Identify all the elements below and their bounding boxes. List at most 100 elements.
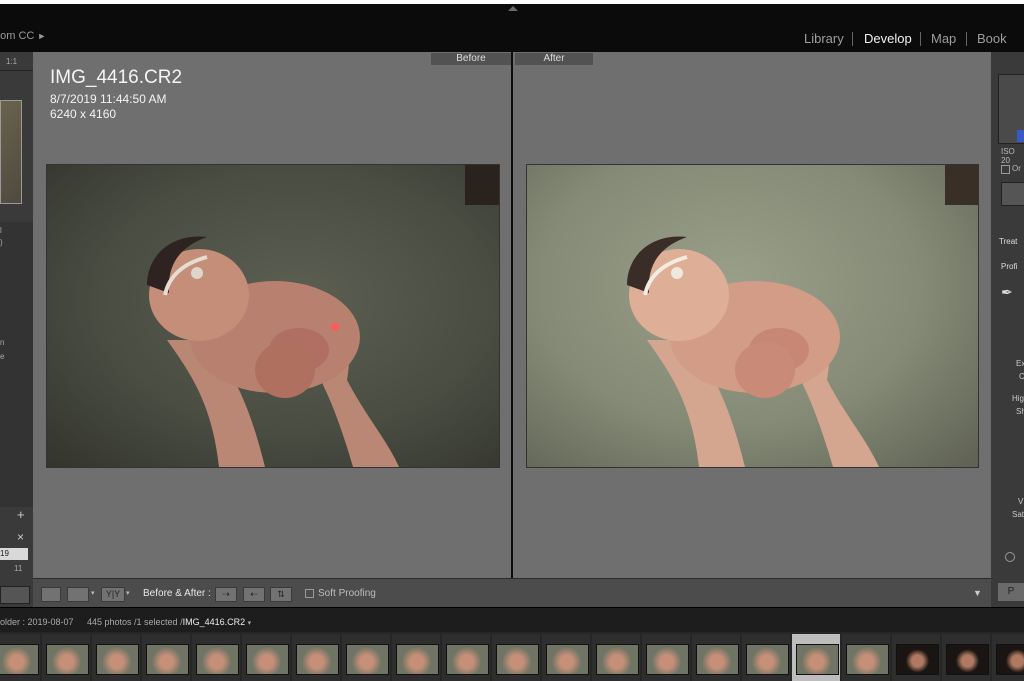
import-button[interactable] [0, 586, 30, 604]
filmstrip-cell[interactable] [592, 634, 640, 681]
module-map[interactable]: Map [931, 31, 956, 46]
filmstrip-thumbnail[interactable] [346, 644, 389, 675]
list-item[interactable]: n [0, 338, 4, 347]
left-panel: 1:1 l ) n e + × 19 11 [0, 52, 33, 607]
module-separator [966, 32, 967, 46]
filmstrip-source-bar: older : 2019-08-07 445 photos /1 selecte… [0, 607, 1024, 633]
filmstrip-thumbnail[interactable] [96, 644, 139, 675]
left-panel-list: l ) n e [0, 222, 33, 507]
filmstrip-cell[interactable] [492, 634, 540, 681]
filmstrip-thumbnail[interactable] [496, 644, 539, 675]
list-item-count: 11 [14, 564, 23, 573]
add-icon[interactable]: + [17, 507, 25, 522]
before-photo[interactable] [46, 164, 500, 468]
filmstrip-thumbnail[interactable] [546, 644, 589, 675]
filmstrip-thumbnail[interactable] [396, 644, 439, 675]
filmstrip-thumbnail[interactable] [246, 644, 289, 675]
info-dimensions: 6240 x 4160 [50, 107, 117, 121]
soft-proofing-label: Soft Proofing [318, 588, 376, 599]
after-photo[interactable] [526, 164, 979, 468]
filmstrip-cell-selected[interactable] [792, 634, 840, 681]
exposure-label: Ex [1016, 359, 1024, 368]
filmstrip-thumbnail[interactable] [146, 644, 189, 675]
yy-view-button[interactable]: Y|Y [101, 587, 125, 602]
filmstrip-cell[interactable] [842, 634, 890, 681]
module-separator [920, 32, 921, 46]
filmstrip-cell[interactable] [42, 634, 90, 681]
filmstrip-cell[interactable] [342, 634, 390, 681]
navigator-zoom[interactable]: 1:1 [6, 57, 17, 66]
filmstrip-cell[interactable] [992, 634, 1024, 681]
filmstrip-thumbnail[interactable] [746, 644, 789, 675]
filmstrip-cell[interactable] [442, 634, 490, 681]
after-label: After [515, 53, 593, 65]
filmstrip-thumbnail[interactable] [996, 644, 1024, 675]
chevron-down-icon[interactable]: ▾ [248, 620, 252, 627]
saturation-label: Sat [1012, 510, 1024, 519]
filmstrip-thumbnail[interactable] [946, 644, 989, 675]
chevron-down-icon[interactable]: ▾ [126, 589, 130, 597]
navigator-preview[interactable] [0, 100, 22, 204]
copy-before-to-after-icon[interactable]: ⇢ [215, 587, 237, 602]
histogram[interactable] [998, 74, 1024, 144]
filmstrip-cell[interactable] [542, 634, 590, 681]
loupe-view-button[interactable] [41, 587, 61, 602]
profile-label: Profi [1001, 262, 1018, 271]
info-datetime: 8/7/2019 11:44:50 AM [50, 92, 167, 106]
filmstrip-thumbnail[interactable] [846, 644, 889, 675]
toolbar-menu-icon[interactable]: ▼ [973, 588, 982, 598]
filmstrip-cell[interactable] [942, 634, 990, 681]
filmstrip [0, 632, 1024, 681]
module-develop[interactable]: Develop [864, 31, 912, 46]
previous-button[interactable]: P [998, 583, 1024, 601]
filmstrip-cell[interactable] [742, 634, 790, 681]
filmstrip-thumbnail[interactable] [696, 644, 739, 675]
filmstrip-cell[interactable] [642, 634, 690, 681]
tool-strip[interactable] [1001, 182, 1024, 206]
collapse-top-panel-icon[interactable] [508, 6, 518, 11]
filmstrip-thumbnail[interactable] [596, 644, 639, 675]
filmstrip-cell[interactable] [142, 634, 190, 681]
copy-after-to-before-icon[interactable]: ⇠ [243, 587, 265, 602]
close-icon[interactable]: × [17, 530, 24, 544]
filmstrip-thumbnail[interactable] [646, 644, 689, 675]
filmstrip-thumbnail[interactable] [796, 644, 839, 675]
before-after-view-button[interactable] [67, 587, 89, 602]
filmstrip-cell[interactable] [392, 634, 440, 681]
filmstrip-cell[interactable] [192, 634, 240, 681]
filmstrip-thumbnail[interactable] [0, 644, 39, 675]
treatment-label: Treat [999, 237, 1018, 246]
photo-count-text: 445 photos /1 selected / [87, 617, 183, 627]
filmstrip-cell[interactable] [892, 634, 940, 681]
list-item[interactable]: ) [0, 238, 3, 247]
before-after-label: Before & After : [143, 588, 211, 599]
baby-photo-image [147, 165, 499, 467]
filmstrip-thumbnail[interactable] [46, 644, 89, 675]
swap-icon[interactable]: ⇅ [270, 587, 292, 602]
soft-proofing-checkbox[interactable] [305, 589, 314, 598]
right-panel: ISO 20 Or Treat Profi ✒ Ex C Hig Sh V Sa… [991, 52, 1024, 607]
filmstrip-thumbnail[interactable] [196, 644, 239, 675]
identity-plate-bar: oom CC ► Library Develop Map Book [0, 4, 1024, 52]
module-library[interactable]: Library [804, 31, 844, 46]
list-item-selected[interactable]: 19 [0, 548, 28, 560]
original-photo-checkbox[interactable] [1001, 165, 1010, 174]
filmstrip-thumbnail[interactable] [446, 644, 489, 675]
filmstrip-thumbnail[interactable] [896, 644, 939, 675]
chevron-down-icon[interactable]: ▾ [91, 589, 95, 597]
divider [0, 70, 33, 71]
filmstrip-thumbnail[interactable] [296, 644, 339, 675]
list-item[interactable]: l [0, 226, 2, 235]
eyedropper-icon[interactable]: ✒ [1001, 284, 1013, 301]
filmstrip-cell[interactable] [0, 634, 40, 681]
info-filename: IMG_4416.CR2 [50, 67, 183, 88]
filmstrip-cell[interactable] [292, 634, 340, 681]
module-book[interactable]: Book [977, 31, 1007, 46]
filmstrip-cell[interactable] [242, 634, 290, 681]
list-item[interactable]: e [0, 352, 4, 361]
folder-path[interactable]: older : 2019-08-07 [0, 617, 74, 627]
filmstrip-cell[interactable] [92, 634, 140, 681]
toggle-icon[interactable] [1005, 552, 1015, 562]
filmstrip-cell[interactable] [692, 634, 740, 681]
original-photo-label: Or [1012, 164, 1021, 173]
